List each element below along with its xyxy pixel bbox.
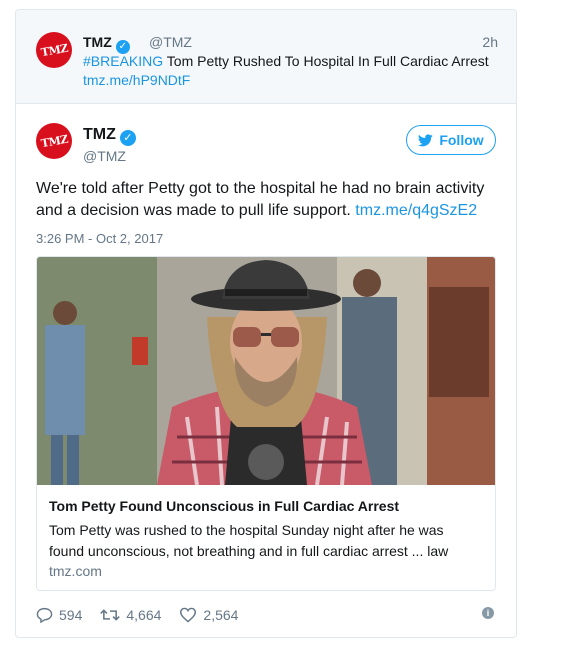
- retweet-count: 4,664: [126, 607, 162, 623]
- parent-timestamp[interactable]: 2h: [482, 34, 498, 50]
- author-name-text: TMZ: [83, 126, 116, 143]
- tweet-link[interactable]: tmz.me/q4gSzE2: [355, 202, 477, 219]
- card-image[interactable]: [37, 257, 495, 485]
- verified-badge-icon: ✓: [119, 129, 136, 146]
- parent-author-name-text: TMZ: [83, 34, 112, 50]
- card-title[interactable]: Tom Petty Found Unconscious in Full Card…: [49, 498, 399, 514]
- parent-avatar[interactable]: TMZ: [36, 32, 72, 68]
- heart-icon: [180, 607, 197, 623]
- parent-tweet-link[interactable]: tmz.me/hP9NDtF: [83, 72, 190, 88]
- parent-tweet-text: #BREAKING Tom Petty Rushed To Hospital I…: [83, 53, 489, 69]
- tweet-actions: 594 4,664 2,564: [36, 605, 256, 625]
- parent-tweet-body: Tom Petty Rushed To Hospital In Full Car…: [163, 53, 489, 69]
- retweet-icon: [100, 609, 121, 621]
- card-domain[interactable]: tmz.com: [49, 563, 102, 579]
- reply-count: 594: [59, 607, 83, 623]
- card-description: Tom Petty was rushed to the hospital Sun…: [49, 522, 449, 559]
- verified-badge-icon: ✓: [115, 39, 130, 54]
- reply-icon: [36, 607, 53, 623]
- tmz-logo-icon: TMZ: [39, 41, 69, 59]
- like-count: 2,564: [203, 607, 239, 623]
- photo-of-man-in-hat-and-sunglasses-icon: [37, 257, 495, 485]
- follow-button[interactable]: Follow: [406, 125, 496, 155]
- parent-author-handle[interactable]: @TMZ: [149, 34, 192, 50]
- twitter-bird-icon: [418, 133, 434, 146]
- author-avatar[interactable]: TMZ: [36, 123, 72, 159]
- retweet-button[interactable]: 4,664: [100, 607, 161, 623]
- tweet-embed: TMZ TMZ ✓ @TMZ 2h #BREAKING Tom Petty Rus…: [15, 9, 517, 638]
- parent-author-name[interactable]: TMZ ✓: [83, 34, 130, 54]
- author-name[interactable]: TMZ ✓: [83, 126, 136, 146]
- tmz-logo-icon: TMZ: [39, 132, 69, 150]
- parent-tweet[interactable]: TMZ TMZ ✓ @TMZ 2h #BREAKING Tom Petty Rus…: [16, 10, 516, 104]
- tweet-text: We're told after Petty got to the hospit…: [36, 178, 501, 222]
- follow-button-label: Follow: [439, 132, 484, 148]
- hashtag-link[interactable]: #BREAKING: [83, 53, 163, 69]
- reply-button[interactable]: 594: [36, 607, 82, 623]
- info-icon[interactable]: i: [482, 607, 494, 619]
- author-handle[interactable]: @TMZ: [83, 148, 126, 164]
- link-card[interactable]: Tom Petty Found Unconscious in Full Card…: [36, 256, 496, 591]
- like-button[interactable]: 2,564: [179, 607, 238, 623]
- tweet-timestamp[interactable]: 3:26 PM - Oct 2, 2017: [36, 231, 163, 246]
